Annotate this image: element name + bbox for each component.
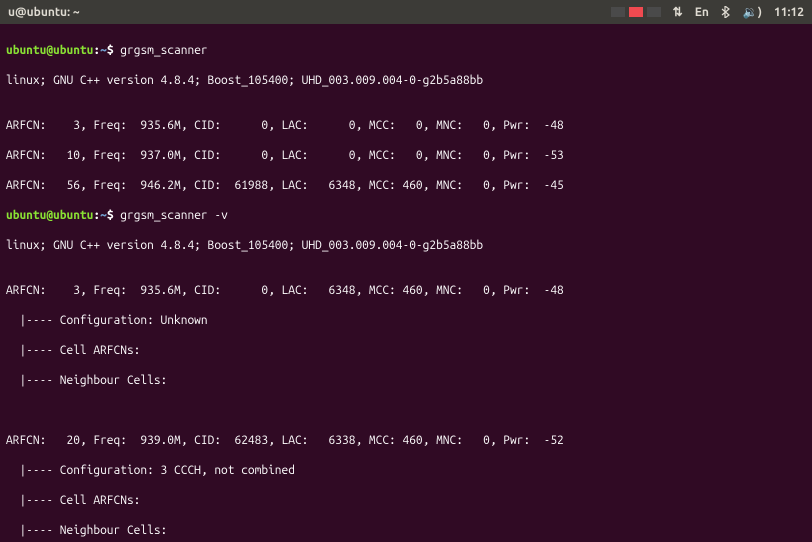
prompt-user: ubuntu@ubuntu (6, 44, 93, 57)
indicator-square-icon (647, 7, 661, 17)
output-line: |---- Configuration: Unknown (6, 313, 806, 328)
indicator-square-icon (611, 7, 625, 17)
output-line: |---- Neighbour Cells: (6, 373, 806, 388)
output-line: |---- Configuration: 3 CCCH, not combine… (6, 463, 806, 478)
output-line: linux; GNU C++ version 4.8.4; Boost_1054… (6, 238, 806, 253)
output-line: |---- Neighbour Cells: (6, 523, 806, 538)
status-squares (611, 7, 661, 17)
output-line: |---- Cell ARFCNs: (6, 343, 806, 358)
language-indicator[interactable]: En (695, 6, 709, 19)
indicator-square-icon (629, 7, 643, 17)
output-line: ARFCN: 10, Freq: 937.0M, CID: 0, LAC: 0,… (6, 148, 806, 163)
output-line (6, 403, 806, 418)
command-text: grgsm_scanner -v (120, 209, 228, 222)
bluetooth-icon[interactable] (721, 6, 731, 18)
output-line: linux; GNU C++ version 4.8.4; Boost_1054… (6, 73, 806, 88)
command-text: grgsm_scanner (120, 44, 207, 57)
prompt-user: ubuntu@ubuntu (6, 209, 93, 222)
prompt-path: ~ (100, 209, 107, 222)
prompt-path: ~ (100, 44, 107, 57)
window-title: u@ubuntu: ~ (8, 6, 80, 19)
window-titlebar: u@ubuntu: ~ ⇅ En 🔉) 11:12 (0, 0, 812, 24)
output-line: ARFCN: 56, Freq: 946.2M, CID: 61988, LAC… (6, 178, 806, 193)
output-line: ARFCN: 3, Freq: 935.6M, CID: 0, LAC: 634… (6, 283, 806, 298)
terminal-output[interactable]: ubuntu@ubuntu:~$ grgsm_scanner linux; GN… (0, 24, 812, 542)
network-icon[interactable]: ⇅ (673, 5, 683, 19)
output-line: ARFCN: 3, Freq: 935.6M, CID: 0, LAC: 0, … (6, 118, 806, 133)
clock[interactable]: 11:12 (774, 6, 804, 19)
sound-icon[interactable]: 🔉) (743, 5, 762, 19)
output-line: |---- Cell ARFCNs: (6, 493, 806, 508)
output-line: ARFCN: 20, Freq: 939.0M, CID: 62483, LAC… (6, 433, 806, 448)
